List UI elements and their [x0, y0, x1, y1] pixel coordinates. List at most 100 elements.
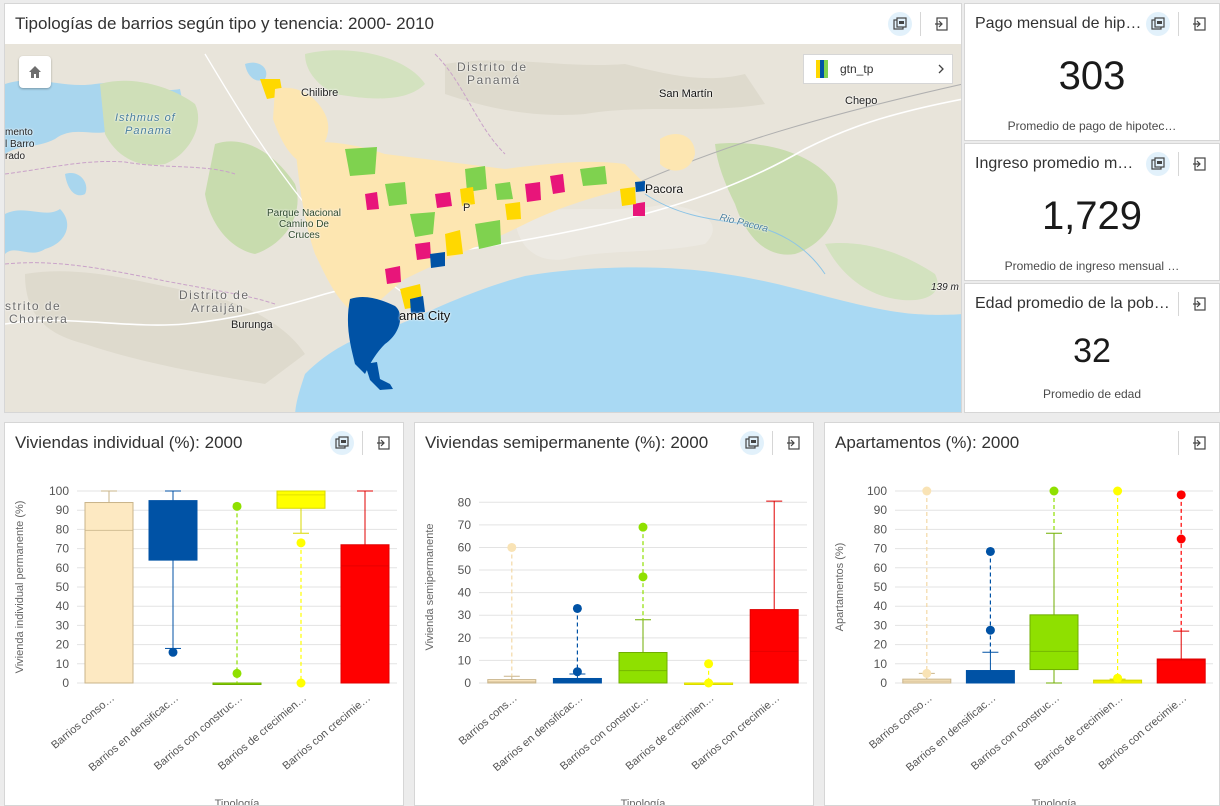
chart-panel-individual: Viviendas individual (%): 2000 0 10 20 30 40… — [4, 422, 404, 806]
focus-mode-icon[interactable] — [740, 431, 764, 455]
focus-mode-icon[interactable] — [330, 431, 354, 455]
label-parque-nacional: Parque Nacional Camino De Cruces — [267, 208, 341, 241]
indicator-title: Ingreso promedio m… — [975, 155, 1134, 172]
label-park-line-2: Camino De — [278, 219, 329, 230]
outlier-point — [638, 522, 648, 532]
header-divider — [920, 12, 921, 36]
boxplot-chart[interactable]: 0 10 20 30 40 50 60 70 80 90 100 Apartamentos (%) Ba… — [825, 463, 1219, 805]
box-iqr — [276, 490, 326, 509]
y-tick-label: 50 — [458, 563, 472, 577]
home-icon — [29, 66, 41, 78]
map-panel-header: Tipologías de barrios según tipo y tenen… — [5, 4, 961, 44]
y-tick-label: 80 — [458, 495, 472, 509]
header-divider — [772, 431, 773, 455]
outlier-point — [704, 678, 714, 688]
x-axis-label: Tipología — [215, 798, 261, 805]
y-tick-label: 10 — [56, 657, 70, 671]
indicator-title: Pago mensual de hip… — [975, 15, 1142, 32]
y-tick-label: 60 — [874, 561, 888, 575]
outlier-point — [572, 603, 582, 613]
label-park-line-3: Cruces — [288, 230, 320, 241]
outlier-point — [296, 678, 306, 688]
y-tick-label: 100 — [867, 484, 887, 498]
focus-mode-icon[interactable] — [1146, 12, 1170, 36]
box-1 — [148, 490, 198, 657]
export-icon[interactable] — [1187, 152, 1211, 176]
box-4 — [340, 490, 390, 684]
y-tick-label: 70 — [56, 542, 70, 556]
label-chorrera-1: strito de — [5, 299, 62, 313]
outlier-point — [572, 667, 582, 677]
indicator-panel-income: Ingreso promedio m… 1,729 Promedio de in… — [964, 143, 1220, 281]
y-tick-label: 30 — [458, 608, 472, 622]
indicator-value: 1,729 — [1041, 194, 1143, 238]
box-iqr — [1156, 658, 1206, 684]
label-arraijan-2: Arraiján — [191, 301, 245, 315]
label-isthmus-2: Panama — [125, 125, 172, 137]
label-chorrera-2: Chorrera — [9, 312, 69, 326]
chart-header: Apartamentos (%): 2000 — [825, 423, 1219, 463]
box-2 — [618, 522, 668, 684]
indicator-panel-age: Edad promedio de la pob… 32 Promedio de … — [964, 283, 1220, 413]
x-tick-label: Barrios conso… — [49, 692, 117, 752]
box-iqr — [148, 500, 198, 561]
x-tick-label: Barrios conso… — [867, 692, 935, 752]
y-tick-label: 10 — [874, 657, 888, 671]
label-barro: l Barro — [5, 139, 35, 150]
y-tick-label: 20 — [56, 638, 70, 652]
box-iqr — [618, 652, 668, 684]
legend-swatch-icon — [816, 60, 828, 78]
y-tick-label: 40 — [874, 599, 888, 613]
export-icon[interactable] — [1187, 12, 1211, 36]
box-iqr — [1029, 614, 1079, 671]
outlier-point — [1049, 486, 1059, 496]
y-tick-label: 90 — [56, 503, 70, 517]
focus-mode-icon[interactable] — [888, 12, 912, 36]
y-tick-label: 0 — [464, 676, 471, 690]
export-icon[interactable] — [371, 431, 395, 455]
box-iqr — [965, 670, 1015, 684]
box-3 — [684, 659, 734, 688]
focus-mode-icon[interactable] — [1146, 152, 1170, 176]
export-icon[interactable] — [1187, 431, 1211, 455]
export-icon[interactable] — [1187, 292, 1211, 316]
label-rado: rado — [5, 151, 26, 162]
y-tick-label: 20 — [874, 638, 888, 652]
y-tick-label: 60 — [458, 540, 472, 554]
y-tick-label: 80 — [874, 522, 888, 536]
export-icon[interactable] — [781, 431, 805, 455]
y-tick-label: 30 — [56, 618, 70, 632]
outlier-point — [922, 486, 932, 496]
layer-legend-toggle[interactable]: gtn_tp — [803, 54, 953, 84]
chart-header: Viviendas semipermanente (%): 2000 — [415, 423, 813, 463]
box-3 — [276, 490, 326, 688]
export-icon[interactable] — [929, 12, 953, 36]
map-panel: Tipologías de barrios según tipo y tenen… — [4, 3, 962, 413]
y-tick-label: 40 — [56, 599, 70, 613]
x-axis-label: Tipología — [1032, 798, 1078, 805]
outlier-point — [232, 501, 242, 511]
box-2 — [1029, 486, 1079, 684]
outlier-point — [1176, 490, 1186, 500]
header-divider — [1178, 292, 1179, 316]
label-chilibre: Chilibre — [301, 87, 339, 99]
indicator-header: Edad promedio de la pob… — [965, 284, 1219, 324]
chart-header: Viviendas individual (%): 2000 — [5, 423, 403, 463]
y-axis-label: Apartamentos (%) — [834, 543, 846, 632]
outlier-point — [922, 668, 932, 678]
indicator-value: 32 — [1073, 332, 1111, 370]
indicator-value: 303 — [1058, 54, 1126, 98]
boxplot-chart[interactable]: 0 10 20 30 40 50 60 70 80 90 100 Vivienda individua… — [5, 463, 403, 805]
outlier-point — [1176, 534, 1186, 544]
outlier-point — [704, 659, 714, 669]
boxplot-chart[interactable]: 0 10 20 30 40 50 60 70 80 Vivienda semipermanente… — [415, 463, 813, 805]
label-chepo: Chepo — [845, 95, 878, 107]
label-panama-city: ama City — [399, 308, 451, 323]
label-arraijan-1: Distrito de — [179, 288, 250, 302]
header-divider — [1178, 431, 1179, 455]
map-view[interactable]: Chilibre Distrito de Panamá San Martín C… — [5, 44, 961, 412]
y-axis-label: Vivienda individual permanente (%) — [14, 501, 26, 674]
home-button[interactable] — [19, 56, 51, 88]
box-3 — [1093, 486, 1143, 684]
box-1 — [552, 603, 602, 684]
